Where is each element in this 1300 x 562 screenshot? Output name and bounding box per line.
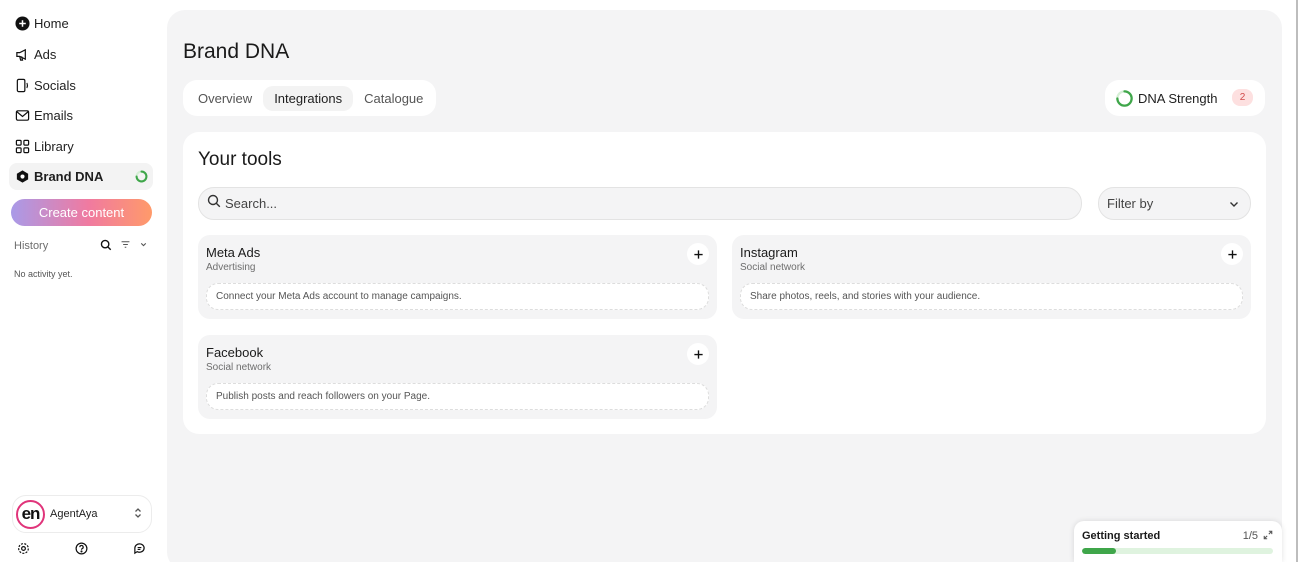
create-content-button[interactable]: Create content — [11, 199, 152, 226]
sidebar: Home Ads Socials Emails Library Brand DN… — [0, 0, 163, 562]
main-panel: Brand DNA Overview Integrations Catalogu… — [167, 10, 1282, 562]
tool-description: Connect your Meta Ads account to manage … — [206, 283, 709, 310]
status-badge: 2 — [1232, 89, 1253, 106]
tool-card-instagram: Instagram Social network Share photos, r… — [732, 235, 1251, 319]
plus-icon — [693, 349, 703, 359]
tool-category: Social network — [206, 362, 272, 373]
tools-card: Your tools Filter by Meta Ads Advertisin… — [183, 132, 1266, 434]
tool-name: Instagram — [740, 245, 798, 260]
add-tool-button[interactable] — [687, 343, 709, 365]
phone-icon — [15, 78, 30, 93]
search-icon[interactable] — [100, 239, 112, 254]
nav-item-ads[interactable]: Ads — [9, 41, 153, 68]
nav-label: Library — [34, 139, 74, 154]
tab-overview[interactable]: Overview — [187, 86, 263, 111]
getting-started-count: 1/5 — [1242, 530, 1258, 542]
tool-description: Share photos, reels, and stories with yo… — [740, 283, 1243, 310]
avatar: en — [16, 499, 45, 529]
account-switcher[interactable]: en AgentAya — [12, 495, 152, 533]
add-tool-button[interactable] — [1221, 243, 1243, 265]
tab-integrations[interactable]: Integrations — [263, 85, 354, 111]
settings-icon[interactable] — [17, 542, 31, 556]
nav-label: Emails — [34, 108, 74, 123]
getting-started-title: Getting started — [1082, 530, 1161, 542]
getting-started-widget[interactable]: Getting started 1/5 — [1074, 521, 1282, 562]
history-header: History — [14, 238, 148, 254]
tab-bar: Overview Integrations Catalogue — [183, 80, 436, 116]
search-input[interactable] — [225, 196, 1045, 211]
loading-spinner-icon — [135, 170, 148, 186]
nav-label: Ads — [34, 47, 57, 62]
nav-label: Home — [34, 16, 69, 31]
tool-category: Social network — [740, 262, 806, 273]
filter-label: Filter by — [1107, 196, 1154, 211]
filter-icon[interactable] — [120, 239, 131, 253]
nav-item-library[interactable]: Library — [9, 133, 153, 160]
mail-icon — [15, 108, 30, 123]
nav-item-emails[interactable]: Emails — [9, 102, 153, 129]
nav-label: Brand DNA — [34, 169, 104, 184]
dna-strength-button[interactable]: DNA Strength 2 — [1105, 80, 1265, 116]
chevron-up-down-icon — [133, 507, 143, 522]
progress-bar-fill — [1082, 548, 1117, 554]
plus-icon — [1227, 249, 1237, 259]
nav-item-home[interactable]: Home — [9, 10, 153, 37]
expand-icon[interactable] — [1263, 530, 1273, 540]
filter-dropdown[interactable]: Filter by — [1098, 187, 1251, 220]
grid-icon — [15, 139, 30, 154]
tab-catalogue[interactable]: Catalogue — [353, 86, 434, 111]
chevron-down-icon[interactable] — [139, 240, 148, 252]
tool-card-facebook: Facebook Social network Publish posts an… — [198, 335, 717, 419]
nav-item-socials[interactable]: Socials — [9, 72, 153, 99]
plus-circle-icon — [15, 16, 30, 31]
section-title: Your tools — [198, 149, 282, 170]
tool-card-meta-ads: Meta Ads Advertising Connect your Meta A… — [198, 235, 717, 319]
plus-icon — [693, 249, 703, 259]
dna-strength-label: DNA Strength — [1138, 90, 1218, 106]
add-tool-button[interactable] — [687, 243, 709, 265]
chat-icon[interactable] — [133, 542, 147, 556]
search-icon — [207, 194, 221, 213]
no-activity-text: No activity yet. — [14, 269, 73, 279]
tool-description: Publish posts and reach followers on you… — [206, 383, 709, 410]
tool-name: Meta Ads — [206, 245, 261, 260]
progress-ring-icon — [1115, 89, 1134, 108]
chevron-down-icon — [1228, 198, 1240, 210]
account-name: AgentAya — [50, 508, 98, 520]
tool-category: Advertising — [206, 262, 256, 273]
window-edge — [1296, 0, 1298, 562]
megaphone-icon — [15, 47, 30, 62]
page-title: Brand DNA — [183, 40, 290, 63]
footer-icons — [17, 542, 147, 557]
nav-item-brand-dna[interactable]: Brand DNA — [9, 163, 153, 190]
history-label: History — [14, 240, 49, 252]
dna-icon — [15, 169, 30, 184]
tool-name: Facebook — [206, 345, 264, 360]
progress-bar — [1082, 548, 1273, 554]
search-bar — [198, 187, 1082, 220]
nav-label: Socials — [34, 78, 76, 93]
help-icon[interactable] — [75, 542, 89, 556]
